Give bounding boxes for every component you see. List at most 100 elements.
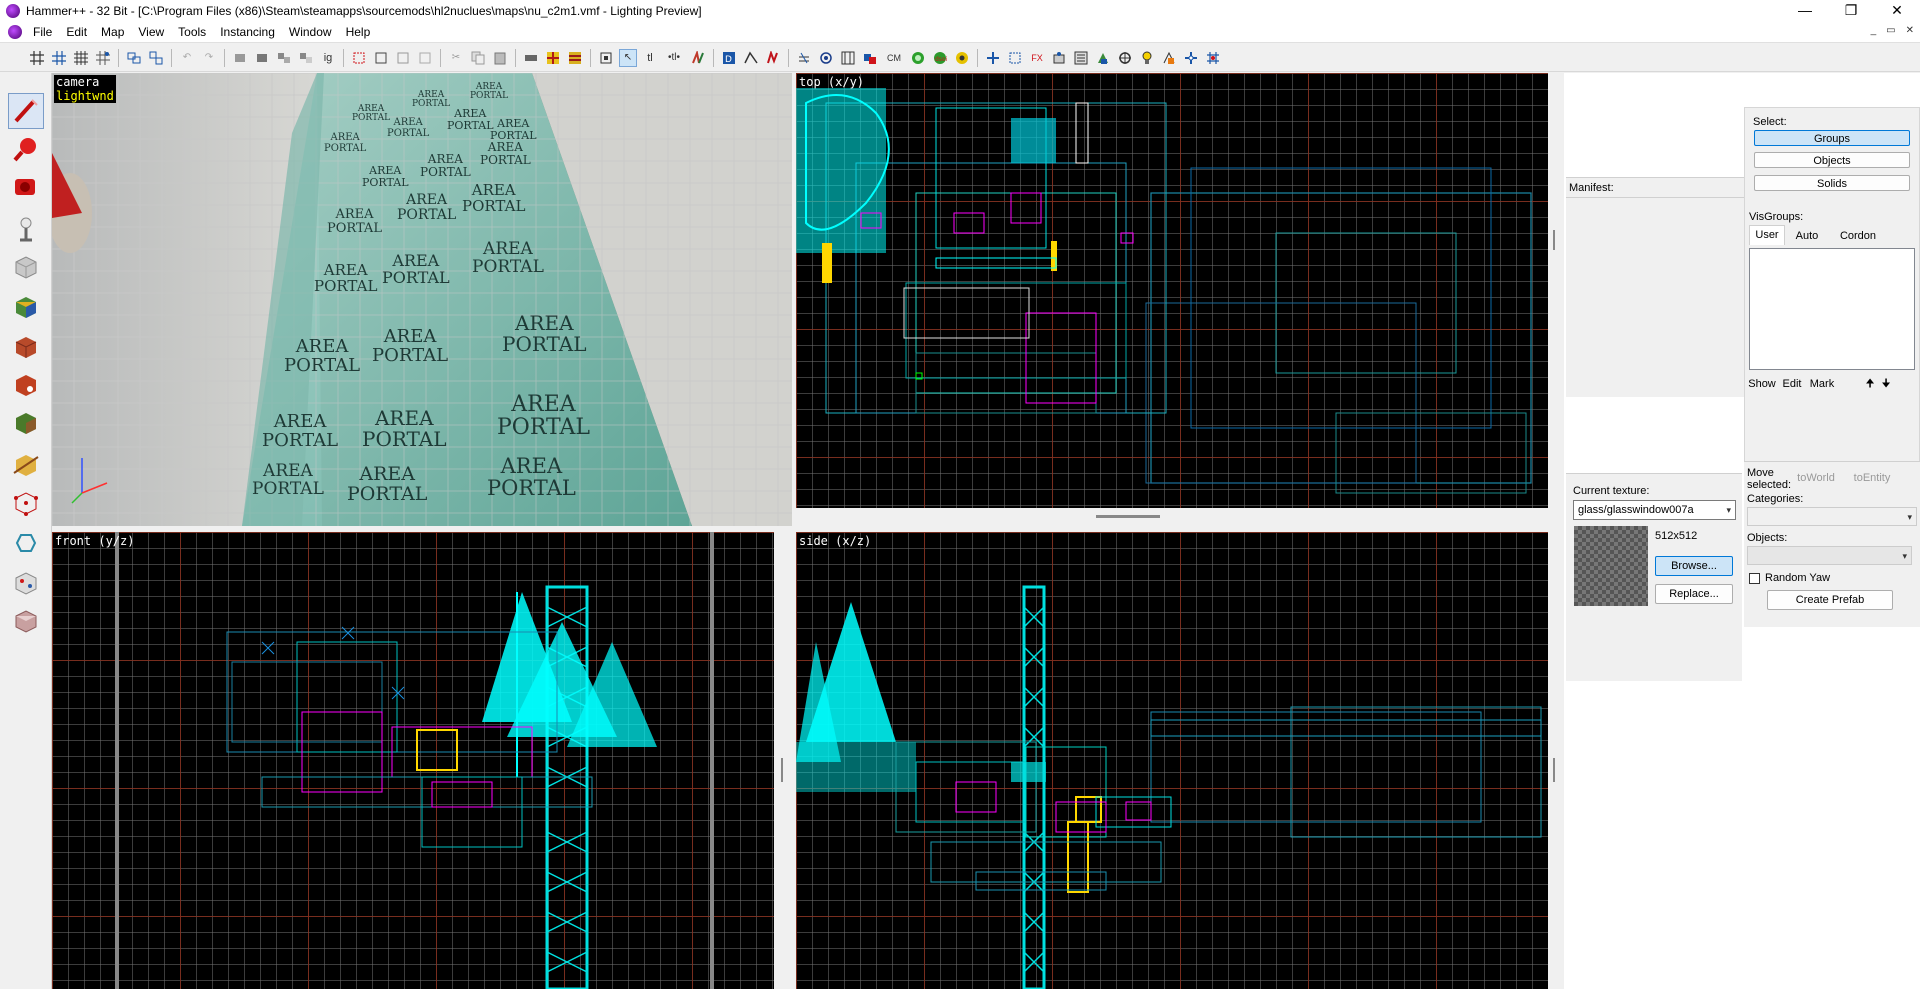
replace-button[interactable]: Replace... bbox=[1655, 584, 1733, 604]
sound-tool-icon[interactable] bbox=[8, 565, 44, 601]
random-yaw-checkbox[interactable] bbox=[1749, 573, 1760, 584]
cordon-icon[interactable] bbox=[350, 49, 368, 67]
undo-icon[interactable]: ↶ bbox=[178, 49, 196, 67]
splitter-grip-center[interactable] bbox=[781, 758, 783, 782]
draw-sound-icon[interactable]: dsoi bbox=[931, 49, 949, 67]
grid-dots-icon[interactable] bbox=[72, 49, 90, 67]
textured-3d-icon[interactable] bbox=[861, 49, 879, 67]
viewport-splitter-horizontal[interactable] bbox=[52, 526, 1564, 532]
texture-application-icon[interactable] bbox=[522, 49, 540, 67]
cordon-toggle-icon[interactable] bbox=[394, 49, 412, 67]
visgroups-edit-button[interactable]: Edit bbox=[1779, 376, 1805, 392]
menu-window[interactable]: Window bbox=[282, 22, 339, 43]
displacement-icon[interactable] bbox=[689, 49, 707, 67]
top-viewport[interactable]: top (x/y) bbox=[796, 73, 1548, 508]
texture-tool-icon[interactable] bbox=[8, 289, 44, 325]
splitter-grip[interactable] bbox=[1096, 515, 1160, 518]
visgroups-show-button[interactable]: Show bbox=[1747, 376, 1777, 392]
visgroups-tab-user[interactable]: User bbox=[1749, 225, 1785, 245]
selection-tool-icon[interactable] bbox=[8, 93, 44, 129]
menu-file[interactable]: File bbox=[26, 22, 59, 43]
select-groups-button[interactable]: Groups bbox=[1754, 130, 1910, 146]
visgroups-tab-auto[interactable]: Auto bbox=[1789, 227, 1825, 245]
document-icon[interactable] bbox=[8, 25, 22, 39]
toggle-overlays-icon[interactable] bbox=[1094, 49, 1112, 67]
toggle-instances-icon[interactable] bbox=[1072, 49, 1090, 67]
ignore-groups-icon[interactable]: ig bbox=[319, 49, 337, 67]
decal-tool-icon[interactable] bbox=[8, 367, 44, 403]
hide-unselected-icon[interactable] bbox=[253, 49, 271, 67]
copy-icon[interactable] bbox=[469, 49, 487, 67]
texture-browser-icon[interactable] bbox=[566, 49, 584, 67]
block-tool-icon[interactable] bbox=[8, 249, 44, 285]
to-world-button[interactable]: toWorld bbox=[1792, 470, 1840, 488]
clipping-tool-icon[interactable] bbox=[8, 447, 44, 483]
carve-icon[interactable] bbox=[125, 49, 143, 67]
select-pointer-icon[interactable]: ↖ bbox=[619, 48, 637, 67]
select-solids-button[interactable]: Solids bbox=[1754, 175, 1910, 191]
check-problems-icon[interactable] bbox=[742, 49, 760, 67]
visgroups-mark-button[interactable]: Mark bbox=[1807, 376, 1837, 392]
browse-button[interactable]: Browse... bbox=[1655, 556, 1733, 576]
prefab-tool-icon[interactable] bbox=[8, 603, 44, 639]
maximize-button[interactable]: ❐ bbox=[1828, 0, 1874, 22]
visgroups-tab-cordon[interactable]: Cordon bbox=[1833, 227, 1883, 245]
menu-edit[interactable]: Edit bbox=[59, 22, 94, 43]
flat-3d-icon[interactable] bbox=[839, 49, 857, 67]
menu-view[interactable]: View bbox=[131, 22, 171, 43]
toggle-texlock-icon[interactable] bbox=[544, 49, 562, 67]
visgroups-list[interactable] bbox=[1749, 248, 1915, 370]
toggle-lights-icon[interactable] bbox=[1138, 49, 1156, 67]
cut-icon[interactable]: ✂ bbox=[447, 49, 465, 67]
entity-tool-icon[interactable] bbox=[8, 211, 44, 247]
current-texture-dropdown[interactable]: glass/glasswindow007a ▾ bbox=[1573, 500, 1736, 520]
texture-lock-icon[interactable] bbox=[795, 49, 813, 67]
toggle-sprites-icon[interactable] bbox=[1182, 49, 1200, 67]
move-to-visgroup-icon[interactable] bbox=[275, 49, 293, 67]
selection-box-icon[interactable] bbox=[597, 49, 615, 67]
mdi-restore-button[interactable]: ▭ bbox=[1886, 25, 1895, 36]
redo-icon[interactable]: ↷ bbox=[200, 49, 218, 67]
overlay-tool-icon[interactable] bbox=[8, 405, 44, 441]
front-viewport[interactable]: front (y/z) bbox=[52, 532, 774, 989]
close-button[interactable]: ✕ bbox=[1874, 0, 1920, 22]
camera-tool-icon[interactable] bbox=[8, 169, 44, 205]
select-objects-button[interactable]: Objects bbox=[1754, 152, 1910, 168]
mdi-close-button[interactable]: ✕ bbox=[1906, 25, 1914, 36]
entity-report-icon[interactable]: D bbox=[720, 49, 738, 67]
to-entity-button[interactable]: toEntity bbox=[1846, 470, 1898, 488]
texlock-scale-button[interactable]: •tl• bbox=[663, 49, 685, 67]
grid-3d-icon[interactable] bbox=[50, 49, 68, 67]
minimize-button[interactable]: — bbox=[1782, 0, 1828, 22]
categories-dropdown[interactable]: ▾ bbox=[1747, 507, 1917, 526]
mdi-minimize-button[interactable]: _ bbox=[1871, 25, 1877, 36]
path-tool-icon[interactable] bbox=[8, 525, 44, 561]
camera-viewport[interactable]: camera lightwnd AREA PORTAL AREA PORTAL AREA… bbox=[52, 73, 792, 526]
grid-toggle-icon[interactable] bbox=[28, 49, 46, 67]
toggle-origins-icon[interactable] bbox=[1116, 49, 1134, 67]
cordon-new-icon[interactable] bbox=[416, 49, 434, 67]
toggle-fx-icon[interactable]: FX bbox=[1028, 49, 1046, 67]
lighting-preview-icon[interactable] bbox=[909, 49, 927, 67]
menu-tools[interactable]: Tools bbox=[171, 22, 213, 43]
menu-help[interactable]: Help bbox=[339, 22, 378, 43]
toggle-brushes-icon[interactable] bbox=[1160, 49, 1178, 67]
side-viewport[interactable]: side (x/z) bbox=[796, 532, 1548, 989]
hide-selected-icon[interactable] bbox=[231, 49, 249, 67]
grid-smaller-icon[interactable] bbox=[94, 49, 112, 67]
splitter-grip-right-bottom[interactable] bbox=[1553, 758, 1555, 782]
cubemap-button[interactable]: CM bbox=[883, 49, 905, 67]
model-collision-icon[interactable] bbox=[984, 49, 1002, 67]
cordon-edit-icon[interactable] bbox=[372, 49, 390, 67]
menu-instancing[interactable]: Instancing bbox=[213, 22, 282, 43]
toggle-cordons-icon[interactable] bbox=[1204, 49, 1222, 67]
visgroups-up-button[interactable]: 🠉 bbox=[1863, 376, 1877, 392]
paste-icon[interactable] bbox=[491, 49, 509, 67]
objects-dropdown[interactable]: ▾ bbox=[1747, 546, 1912, 565]
create-prefab-button[interactable]: Create Prefab bbox=[1767, 590, 1893, 610]
menu-map[interactable]: Map bbox=[94, 22, 131, 43]
wireframe-3d-icon[interactable] bbox=[817, 49, 835, 67]
run-map-icon[interactable] bbox=[764, 49, 782, 67]
texlock-button[interactable]: tl bbox=[641, 49, 659, 67]
vertex-tool-icon[interactable] bbox=[8, 485, 44, 521]
